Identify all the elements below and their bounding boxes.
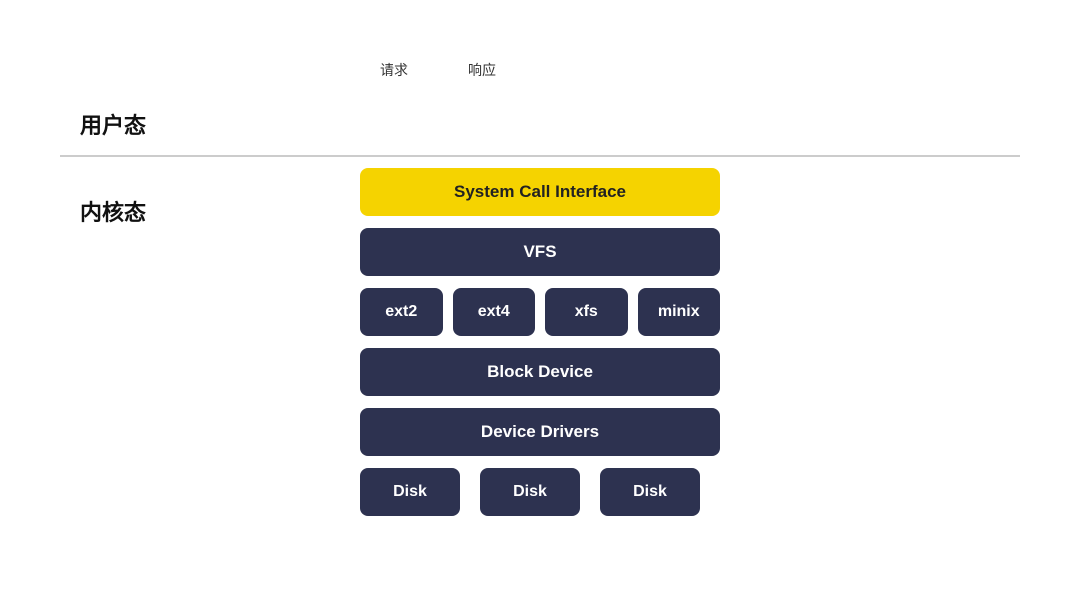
- divider: [60, 155, 1020, 157]
- ext4-block: ext4: [453, 288, 536, 336]
- system-call-interface-label: System Call Interface: [454, 182, 626, 202]
- device-drivers-block: Device Drivers: [360, 408, 720, 456]
- disk-2-block: Disk: [480, 468, 580, 516]
- xfs-label: xfs: [575, 303, 598, 321]
- request-label: 请求: [380, 60, 408, 80]
- system-call-interface-block: System Call Interface: [360, 168, 720, 216]
- ext4-label: ext4: [478, 303, 510, 321]
- minix-label: minix: [658, 303, 700, 321]
- xfs-block: xfs: [545, 288, 628, 336]
- vfs-label: VFS: [523, 242, 556, 262]
- disk-1-block: Disk: [360, 468, 460, 516]
- disk-1-label: Disk: [393, 483, 427, 501]
- user-state-section: 请求 响应: [0, 60, 1080, 96]
- disk-row: Disk Disk Disk: [360, 468, 720, 516]
- disk-2-label: Disk: [513, 483, 547, 501]
- block-device-block: Block Device: [360, 348, 720, 396]
- disk-3-block: Disk: [600, 468, 700, 516]
- response-label: 响应: [468, 60, 496, 80]
- user-state-label: 用户态: [80, 108, 146, 140]
- device-drivers-label: Device Drivers: [481, 422, 599, 442]
- block-device-label: Block Device: [487, 362, 593, 382]
- vfs-block: VFS: [360, 228, 720, 276]
- ext2-label: ext2: [385, 303, 417, 321]
- ext2-block: ext2: [360, 288, 443, 336]
- filesystem-row: ext2 ext4 xfs minix: [360, 288, 720, 336]
- disk-3-label: Disk: [633, 483, 667, 501]
- minix-block: minix: [638, 288, 721, 336]
- request-response-row: 请求 响应: [380, 60, 1080, 80]
- kernel-state-label: 内核态: [80, 195, 146, 227]
- diagram-container: System Call Interface VFS ext2 ext4 xfs …: [360, 168, 720, 516]
